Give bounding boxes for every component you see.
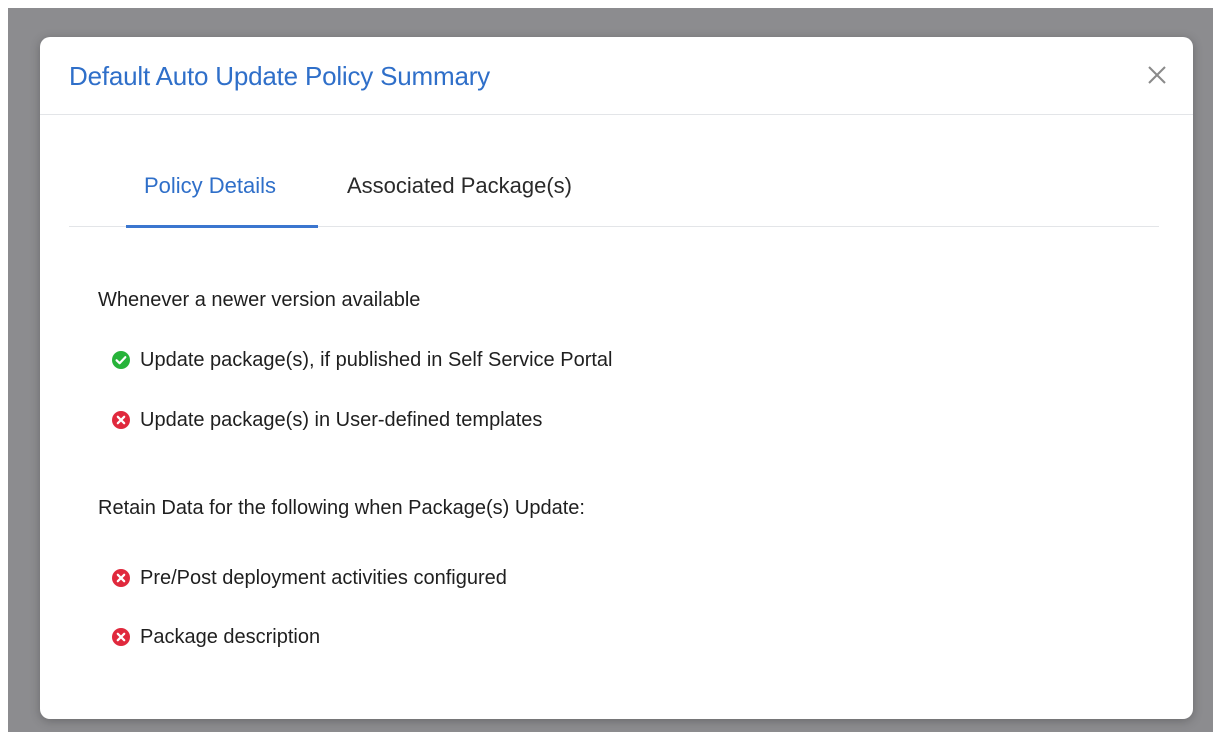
item-label: Update package(s) in User-defined templa…: [140, 408, 543, 431]
item-label: Package description: [140, 625, 321, 648]
x-circle-icon: [112, 569, 130, 587]
active-tab-indicator: [126, 225, 318, 228]
tab-label: Policy Details: [144, 173, 277, 198]
dialog-title: Default Auto Update Policy Summary: [69, 61, 490, 91]
section-heading-newer-version: Whenever a newer version available: [98, 289, 421, 311]
x-circle-icon: [112, 628, 130, 646]
policy-summary-dialog: Default Auto Update Policy Summary Polic…: [40, 37, 1193, 719]
item-label: Update package(s), if published in Self …: [140, 348, 613, 371]
tab-associated-packages[interactable]: Associated Package(s): [347, 173, 627, 227]
section-heading-retain-data: Retain Data for the following when Packa…: [98, 497, 585, 519]
item-label: Pre/Post deployment activities configure…: [140, 566, 507, 589]
check-circle-icon: [112, 351, 130, 369]
tab-bar: Policy Details Associated Package(s): [69, 155, 1159, 228]
list-item: Update package(s) in User-defined templa…: [112, 407, 542, 433]
tab-label: Associated Package(s): [347, 173, 572, 198]
close-button[interactable]: [1143, 61, 1171, 89]
list-item: Pre/Post deployment activities configure…: [112, 565, 507, 591]
dialog-header: Default Auto Update Policy Summary: [40, 37, 1193, 115]
tab-policy-details[interactable]: Policy Details: [126, 173, 318, 228]
list-item: Package description: [112, 624, 320, 650]
close-icon: [1148, 66, 1166, 84]
list-item: Update package(s), if published in Self …: [112, 347, 612, 373]
x-circle-icon: [112, 411, 130, 429]
